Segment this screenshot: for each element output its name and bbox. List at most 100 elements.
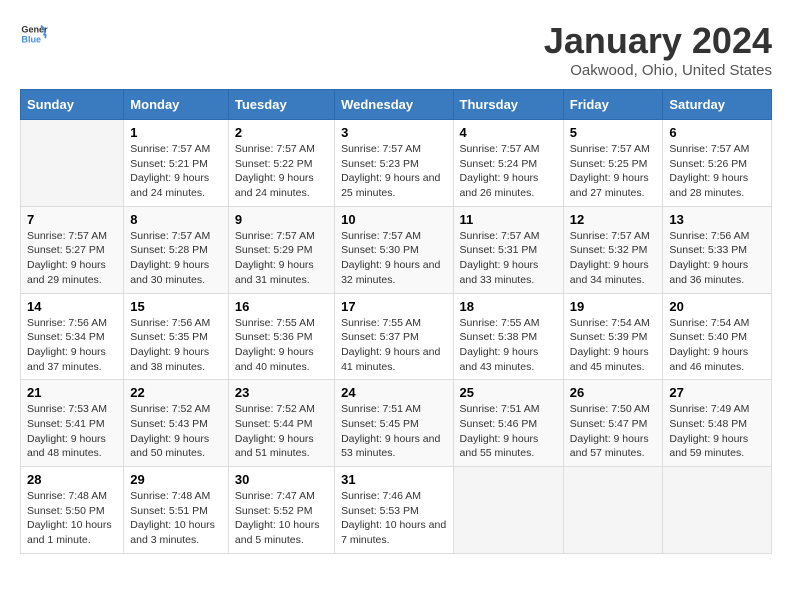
table-cell: 7Sunrise: 7:57 AM Sunset: 5:27 PM Daylig…: [21, 206, 124, 293]
header-sunday: Sunday: [21, 90, 124, 120]
day-info: Sunrise: 7:54 AM Sunset: 5:39 PM Dayligh…: [570, 316, 657, 375]
day-info: Sunrise: 7:57 AM Sunset: 5:22 PM Dayligh…: [235, 142, 328, 201]
table-cell: 3 Sunrise: 7:57 AM Sunset: 5:23 PM Daylig…: [335, 120, 453, 207]
day-info: Sunrise: 7:48 AM Sunset: 5:51 PM Dayligh…: [130, 489, 222, 548]
day-info: Sunrise: 7:57 AM Sunset: 5:28 PM Dayligh…: [130, 229, 222, 288]
day-info: Sunrise: 7:49 AM Sunset: 5:48 PM Dayligh…: [669, 402, 765, 461]
day-number: 8: [130, 212, 222, 227]
table-cell: 10 Sunrise: 7:57 AM Sunset: 5:30 PM Dayli…: [335, 206, 453, 293]
table-cell: 26 Sunrise: 7:50 AM Sunset: 5:47 PM Dayli…: [563, 380, 663, 467]
day-info: Sunrise: 7:56 AM Sunset: 5:33 PM Dayligh…: [669, 229, 765, 288]
calendar-subtitle: Oakwood, Ohio, United States: [544, 62, 772, 79]
day-number: 18: [460, 299, 557, 314]
table-cell: 30 Sunrise: 7:47 AM Sunset: 5:52 PM Dayli…: [228, 467, 334, 554]
table-cell: 19 Sunrise: 7:54 AM Sunset: 5:39 PM Dayli…: [563, 293, 663, 380]
day-info: Sunrise: 7:57 AM Sunset: 5:31 PM Dayligh…: [460, 229, 557, 288]
title-section: January 2024 Oakwood, Ohio, United State…: [544, 20, 772, 79]
day-number: 14: [27, 299, 117, 314]
week-row-2: 14 Sunrise: 7:56 AM Sunset: 5:34 PM Dayli…: [21, 293, 772, 380]
header-friday: Friday: [563, 90, 663, 120]
table-cell: 14 Sunrise: 7:56 AM Sunset: 5:34 PM Dayli…: [21, 293, 124, 380]
day-number: 30: [235, 472, 328, 487]
table-cell: 31 Sunrise: 7:46 AM Sunset: 5:53 PM Dayli…: [335, 467, 453, 554]
table-cell: [453, 467, 563, 554]
week-row-0: 1Sunrise: 7:57 AM Sunset: 5:21 PM Daylig…: [21, 120, 772, 207]
day-number: 3: [341, 125, 446, 140]
day-number: 25: [460, 385, 557, 400]
header-saturday: Saturday: [663, 90, 772, 120]
table-cell: [21, 120, 124, 207]
table-cell: 11Sunrise: 7:57 AM Sunset: 5:31 PM Dayli…: [453, 206, 563, 293]
day-number: 15: [130, 299, 222, 314]
day-info: Sunrise: 7:48 AM Sunset: 5:50 PM Dayligh…: [27, 489, 117, 548]
day-info: Sunrise: 7:56 AM Sunset: 5:35 PM Dayligh…: [130, 316, 222, 375]
page-header: General Blue January 2024 Oakwood, Ohio,…: [20, 20, 772, 79]
svg-text:Blue: Blue: [21, 34, 41, 44]
day-number: 24: [341, 385, 446, 400]
table-cell: 1Sunrise: 7:57 AM Sunset: 5:21 PM Daylig…: [124, 120, 229, 207]
logo: General Blue: [20, 20, 48, 48]
day-info: Sunrise: 7:57 AM Sunset: 5:29 PM Dayligh…: [235, 229, 328, 288]
table-cell: 15 Sunrise: 7:56 AM Sunset: 5:35 PM Dayli…: [124, 293, 229, 380]
day-info: Sunrise: 7:52 AM Sunset: 5:43 PM Dayligh…: [130, 402, 222, 461]
day-info: Sunrise: 7:55 AM Sunset: 5:37 PM Dayligh…: [341, 316, 446, 375]
table-cell: 18 Sunrise: 7:55 AM Sunset: 5:38 PM Dayli…: [453, 293, 563, 380]
day-info: Sunrise: 7:55 AM Sunset: 5:38 PM Dayligh…: [460, 316, 557, 375]
table-cell: 5 Sunrise: 7:57 AM Sunset: 5:25 PM Daylig…: [563, 120, 663, 207]
header-thursday: Thursday: [453, 90, 563, 120]
table-cell: 20Sunrise: 7:54 AM Sunset: 5:40 PM Dayli…: [663, 293, 772, 380]
day-number: 31: [341, 472, 446, 487]
day-number: 28: [27, 472, 117, 487]
day-number: 17: [341, 299, 446, 314]
day-info: Sunrise: 7:53 AM Sunset: 5:41 PM Dayligh…: [27, 402, 117, 461]
calendar-table: Sunday Monday Tuesday Wednesday Thursday…: [20, 89, 772, 554]
day-info: Sunrise: 7:52 AM Sunset: 5:44 PM Dayligh…: [235, 402, 328, 461]
day-info: Sunrise: 7:57 AM Sunset: 5:21 PM Dayligh…: [130, 142, 222, 201]
day-number: 23: [235, 385, 328, 400]
table-cell: 16Sunrise: 7:55 AM Sunset: 5:36 PM Dayli…: [228, 293, 334, 380]
table-cell: [663, 467, 772, 554]
week-row-4: 28 Sunrise: 7:48 AM Sunset: 5:50 PM Dayli…: [21, 467, 772, 554]
table-cell: 12Sunrise: 7:57 AM Sunset: 5:32 PM Dayli…: [563, 206, 663, 293]
table-cell: 9 Sunrise: 7:57 AM Sunset: 5:29 PM Daylig…: [228, 206, 334, 293]
day-number: 19: [570, 299, 657, 314]
day-number: 10: [341, 212, 446, 227]
day-info: Sunrise: 7:47 AM Sunset: 5:52 PM Dayligh…: [235, 489, 328, 548]
day-info: Sunrise: 7:57 AM Sunset: 5:23 PM Dayligh…: [341, 142, 446, 201]
day-number: 16: [235, 299, 328, 314]
table-cell: 29Sunrise: 7:48 AM Sunset: 5:51 PM Dayli…: [124, 467, 229, 554]
table-cell: 2 Sunrise: 7:57 AM Sunset: 5:22 PM Daylig…: [228, 120, 334, 207]
day-info: Sunrise: 7:50 AM Sunset: 5:47 PM Dayligh…: [570, 402, 657, 461]
header-row: Sunday Monday Tuesday Wednesday Thursday…: [21, 90, 772, 120]
header-tuesday: Tuesday: [228, 90, 334, 120]
day-number: 2: [235, 125, 328, 140]
week-row-3: 21Sunrise: 7:53 AM Sunset: 5:41 PM Dayli…: [21, 380, 772, 467]
table-cell: 13 Sunrise: 7:56 AM Sunset: 5:33 PM Dayli…: [663, 206, 772, 293]
day-info: Sunrise: 7:57 AM Sunset: 5:24 PM Dayligh…: [460, 142, 557, 201]
table-cell: 17 Sunrise: 7:55 AM Sunset: 5:37 PM Dayli…: [335, 293, 453, 380]
day-info: Sunrise: 7:56 AM Sunset: 5:34 PM Dayligh…: [27, 316, 117, 375]
day-info: Sunrise: 7:46 AM Sunset: 5:53 PM Dayligh…: [341, 489, 446, 548]
day-number: 13: [669, 212, 765, 227]
day-number: 27: [669, 385, 765, 400]
table-cell: 4Sunrise: 7:57 AM Sunset: 5:24 PM Daylig…: [453, 120, 563, 207]
day-info: Sunrise: 7:57 AM Sunset: 5:30 PM Dayligh…: [341, 229, 446, 288]
header-wednesday: Wednesday: [335, 90, 453, 120]
table-cell: 28 Sunrise: 7:48 AM Sunset: 5:50 PM Dayli…: [21, 467, 124, 554]
day-number: 9: [235, 212, 328, 227]
header-monday: Monday: [124, 90, 229, 120]
day-info: Sunrise: 7:51 AM Sunset: 5:46 PM Dayligh…: [460, 402, 557, 461]
day-number: 20: [669, 299, 765, 314]
table-cell: 25 Sunrise: 7:51 AM Sunset: 5:46 PM Dayli…: [453, 380, 563, 467]
day-info: Sunrise: 7:51 AM Sunset: 5:45 PM Dayligh…: [341, 402, 446, 461]
table-cell: 23 Sunrise: 7:52 AM Sunset: 5:44 PM Dayli…: [228, 380, 334, 467]
day-number: 6: [669, 125, 765, 140]
logo-icon: General Blue: [20, 20, 48, 48]
day-number: 26: [570, 385, 657, 400]
week-row-1: 7Sunrise: 7:57 AM Sunset: 5:27 PM Daylig…: [21, 206, 772, 293]
calendar-title: January 2024: [544, 20, 772, 62]
day-info: Sunrise: 7:57 AM Sunset: 5:25 PM Dayligh…: [570, 142, 657, 201]
table-cell: 8 Sunrise: 7:57 AM Sunset: 5:28 PM Daylig…: [124, 206, 229, 293]
day-number: 5: [570, 125, 657, 140]
table-cell: 6Sunrise: 7:57 AM Sunset: 5:26 PM Daylig…: [663, 120, 772, 207]
